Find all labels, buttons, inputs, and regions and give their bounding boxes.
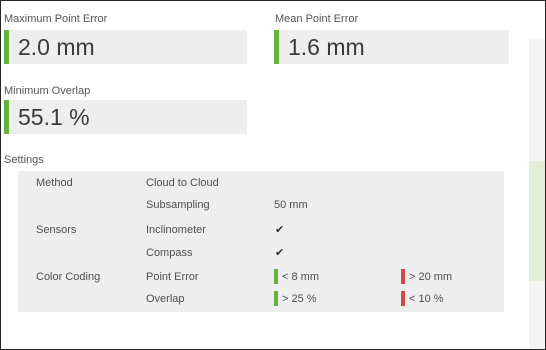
inclinometer-label: Inclinometer (146, 224, 206, 236)
overlap-good-threshold: > 25 % (282, 293, 317, 305)
max-point-error-value: 2.0 mm (18, 34, 95, 60)
status-bar-good (4, 30, 9, 64)
sensors-label: Sensors (36, 224, 77, 236)
side-panel-highlight (529, 161, 545, 281)
color-coding-label: Color Coding (36, 271, 101, 283)
inclinometer-checkbox[interactable]: ✔ (275, 223, 284, 237)
good-color-swatch (274, 269, 278, 284)
mean-point-error-label: Mean Point Error (275, 13, 359, 25)
method-label: Method (36, 177, 73, 189)
compass-label: Compass (146, 247, 193, 259)
status-bar-good (4, 100, 9, 134)
max-point-error-label: Maximum Point Error (4, 13, 108, 25)
overlap-label: Overlap (146, 293, 185, 305)
max-point-error-card: 2.0 mm (4, 30, 247, 64)
point-error-good-threshold: < 8 mm (282, 271, 319, 283)
point-error-label: Point Error (146, 271, 199, 283)
good-color-swatch (274, 291, 278, 306)
settings-title: Settings (4, 154, 44, 166)
mean-point-error-card: 1.6 mm (274, 30, 509, 64)
bad-color-swatch (401, 269, 405, 284)
min-overlap-label: Minimum Overlap (4, 85, 91, 97)
compass-checkbox[interactable]: ✔ (275, 246, 284, 260)
subsampling-value: 50 mm (274, 199, 308, 211)
subsampling-label: Subsampling (146, 199, 210, 211)
mean-point-error-value: 1.6 mm (288, 34, 365, 60)
min-overlap-value: 55.1 % (18, 104, 90, 130)
status-bar-good (274, 30, 279, 64)
min-overlap-card: 55.1 % (4, 100, 247, 134)
report-panel: Maximum Point Error 2.0 mm Mean Point Er… (0, 0, 546, 350)
settings-table: Method Cloud to Cloud Subsampling 50 mm … (18, 171, 504, 312)
point-error-bad-threshold: > 20 mm (409, 271, 453, 283)
method-value: Cloud to Cloud (146, 177, 219, 189)
bad-color-swatch (401, 291, 405, 306)
overlap-bad-threshold: < 10 % (409, 293, 444, 305)
